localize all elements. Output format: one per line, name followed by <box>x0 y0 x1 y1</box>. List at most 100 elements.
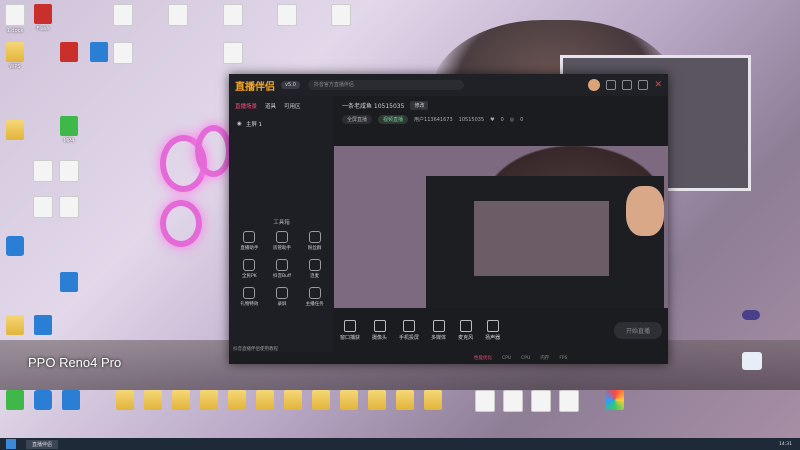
search-input[interactable]: 抖音官方直播伴侣 <box>307 80 464 90</box>
desktop-icon[interactable] <box>54 272 84 294</box>
tab-scenes[interactable]: 直播场景 <box>235 102 257 110</box>
tool-item[interactable]: 房管助手 <box>266 231 299 251</box>
microphone-button[interactable]: 麦克风 <box>458 319 473 341</box>
desktop-icon[interactable] <box>222 390 252 412</box>
desktop-icon[interactable] <box>54 160 84 184</box>
version-badge: v5.0 <box>281 81 300 89</box>
tool-label: 手机投屏 <box>399 334 420 341</box>
desktop-icon[interactable] <box>56 390 86 412</box>
desktop-icon[interactable] <box>278 390 308 412</box>
camera-button[interactable]: 摄像头 <box>372 319 388 341</box>
tool-icon <box>243 231 256 243</box>
tool-item[interactable]: 直播助手 <box>233 231 266 251</box>
desktop-icon[interactable] <box>54 42 84 64</box>
desktop-icon[interactable] <box>218 42 248 66</box>
media-button[interactable]: 多媒体 <box>431 319 446 341</box>
tool-item[interactable]: 抖音Buff <box>266 259 299 279</box>
avatar[interactable] <box>588 79 601 91</box>
tool-icon <box>275 259 288 271</box>
tool-item[interactable]: 连麦 <box>298 259 331 279</box>
live-companion-window: 直播伴侣 v5.0 抖音官方直播伴侣 ✕ 直播场景 道具 可用区 ◉ 主屏 1 … <box>229 74 668 364</box>
tool-item[interactable]: 礼物特效 <box>233 287 266 307</box>
scene-label: 主屏 1 <box>245 122 263 128</box>
desktop-icon[interactable]: WPS <box>0 42 30 70</box>
statusbar: 性能优化 CPU CPU 内存 FPS <box>334 352 668 364</box>
tools-title: 工具箱 <box>273 220 290 226</box>
desktop-icon[interactable] <box>0 390 30 412</box>
taskbar: 直播伴侣 14:31 <box>0 438 800 450</box>
taskbar-app[interactable]: 直播伴侣 <box>26 439 59 449</box>
desktop-icon[interactable] <box>218 4 248 28</box>
tool-item[interactable]: 全民PK <box>233 259 266 279</box>
clock: 14:31 <box>779 441 792 447</box>
desktop-icon[interactable] <box>390 390 420 412</box>
desktop-icon[interactable]: Flash <box>28 4 58 32</box>
minimize-icon[interactable] <box>622 80 633 90</box>
desktop-icon[interactable]: MP4 <box>54 116 84 144</box>
desktop-icon[interactable] <box>163 4 193 28</box>
tool-item[interactable]: 录屏 <box>266 287 299 307</box>
toolbox: 直播助手 房管助手 粉丝群 全民PK 抖音Buff 连麦 礼物特效 录屏 主播任… <box>233 231 331 307</box>
desktop-icon[interactable]: 1.docx <box>0 4 30 34</box>
room-id: 10515035 <box>458 116 485 123</box>
desktop-icon[interactable] <box>250 390 280 412</box>
start-live-button[interactable]: 开始直播 <box>613 321 662 339</box>
live-preview[interactable] <box>334 146 668 332</box>
desktop-icon[interactable] <box>110 390 140 412</box>
desktop-icon[interactable] <box>600 390 630 412</box>
desktop-icon[interactable] <box>54 196 84 220</box>
phone-cast-button[interactable]: 手机投屏 <box>399 319 420 341</box>
app-logo: 直播伴侣 <box>235 81 275 93</box>
background-fan <box>195 125 232 177</box>
speaker-button[interactable]: 扬声器 <box>485 319 500 341</box>
floating-app-icon[interactable] <box>742 352 762 370</box>
category-chip[interactable]: 视频直播 <box>378 115 409 124</box>
desktop-icon[interactable] <box>0 236 30 258</box>
desktop-icon[interactable] <box>108 4 138 28</box>
tab-available[interactable]: 可用区 <box>284 102 301 110</box>
tab-props[interactable]: 道具 <box>265 102 276 110</box>
desktop-icon[interactable] <box>0 120 30 142</box>
tutorial-link[interactable]: 抖音直播伴侣使用教程 <box>233 346 278 352</box>
desktop-icon[interactable] <box>554 390 584 414</box>
desktop-icon[interactable] <box>334 390 364 412</box>
desktop-icon[interactable] <box>108 42 138 66</box>
menu-icon[interactable] <box>606 80 617 90</box>
desktop-icon[interactable] <box>526 390 556 414</box>
desktop-icon[interactable] <box>138 390 168 412</box>
tool-label: 抖音Buff <box>272 274 292 279</box>
desktop-icon[interactable] <box>272 4 302 28</box>
start-button[interactable] <box>6 439 16 449</box>
eye-icon[interactable]: ◉ <box>237 121 242 127</box>
tool-icon <box>308 231 321 243</box>
desktop-icon[interactable] <box>306 390 336 412</box>
desktop-icon[interactable] <box>470 390 500 414</box>
desktop-icon[interactable] <box>498 390 528 414</box>
tool-label: 摄像头 <box>372 334 388 341</box>
preview-nested-video <box>474 201 609 276</box>
desktop-icon[interactable] <box>28 390 58 412</box>
desktop-icon[interactable] <box>326 4 356 28</box>
mode-chip[interactable]: 全屏直播 <box>342 115 373 124</box>
maximize-icon[interactable] <box>638 80 649 90</box>
desktop-icon[interactable] <box>362 390 392 412</box>
tool-item[interactable]: 粉丝群 <box>298 231 331 251</box>
phone-icon <box>403 319 416 332</box>
floating-widget[interactable] <box>742 310 760 320</box>
media-icon <box>432 319 445 332</box>
tool-label: 主播任务 <box>305 302 324 307</box>
background-fan <box>160 200 202 247</box>
desktop-icon[interactable] <box>194 390 224 412</box>
close-icon[interactable]: ✕ <box>654 80 662 90</box>
main-panel: 一条老咸鱼 10515035 修改 全屏直播 视频直播 用户113641673 … <box>334 96 668 352</box>
desktop-icon[interactable] <box>28 315 58 337</box>
edit-room-button[interactable]: 修改 <box>410 101 429 110</box>
desktop-icon[interactable] <box>166 390 196 412</box>
window-capture-button[interactable]: 窗口捕获 <box>340 319 360 341</box>
tool-item[interactable]: 主播任务 <box>298 287 331 307</box>
tool-label: 连麦 <box>310 274 320 279</box>
desktop-icon[interactable] <box>418 390 448 412</box>
desktop-icon[interactable] <box>0 315 30 337</box>
tool-icon <box>275 231 288 243</box>
scene-item[interactable]: ◉ 主屏 1 <box>229 116 334 132</box>
